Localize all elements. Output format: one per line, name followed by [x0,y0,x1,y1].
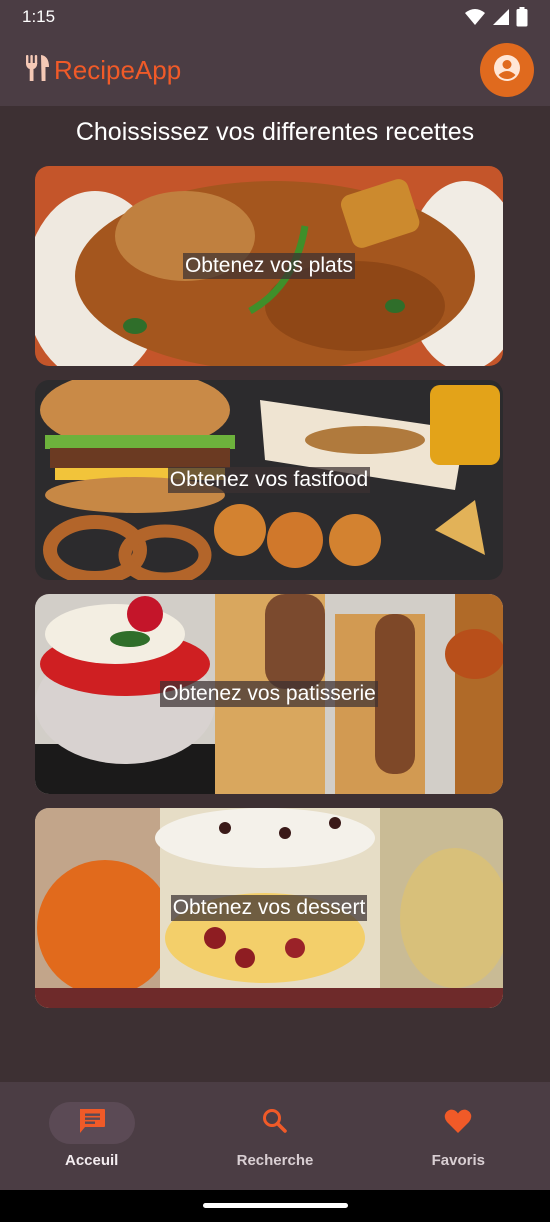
nav-indicator [415,1102,501,1144]
nav-item-recherche[interactable]: Recherche [183,1082,366,1190]
nav-item-favoris[interactable]: Favoris [367,1082,550,1190]
profile-button[interactable] [480,43,534,97]
account-circle-icon [492,53,522,88]
wifi-icon [464,8,486,26]
card-label: Obtenez vos patisserie [160,681,378,707]
nav-item-acceuil[interactable]: Acceuil [0,1082,183,1190]
nav-indicator [232,1102,318,1144]
category-card-fastfood[interactable]: Obtenez vos fastfood [35,380,503,580]
status-icons [464,7,528,27]
nav-label: Acceuil [64,1152,119,1169]
page-title: Choississez vos differentes recettes [75,118,475,146]
search-icon [261,1107,289,1140]
app-title: RecipeApp [54,54,182,85]
app-bar: RecipeApp [0,34,550,106]
main-content: Choississez vos differentes recettes Obt… [0,106,550,1082]
gesture-handle[interactable] [203,1203,348,1208]
utensils-icon [24,53,52,88]
category-card-patisserie[interactable]: Obtenez vos patisserie [35,594,503,794]
nav-label: Favoris [431,1152,485,1169]
chat-icon [77,1107,107,1140]
signal-icon [492,8,510,26]
gesture-bar [0,1190,550,1222]
status-time: 1:15 [22,7,56,26]
category-card-dessert[interactable]: Obtenez vos dessert [35,808,503,1008]
nav-label: Recherche [236,1152,314,1169]
card-label: Obtenez vos dessert [170,895,368,921]
category-card-plats[interactable]: Obtenez vos plats [35,166,503,366]
nav-indicator [48,1102,135,1144]
card-label: Obtenez vos fastfood [167,467,371,493]
heart-icon [443,1107,473,1140]
status-bar: 1:15 [0,0,550,34]
brand: RecipeApp [24,53,181,88]
bottom-navigation: Acceuil Recherche Favoris [0,1082,550,1190]
battery-icon [516,7,528,27]
card-label: Obtenez vos plats [182,253,356,279]
